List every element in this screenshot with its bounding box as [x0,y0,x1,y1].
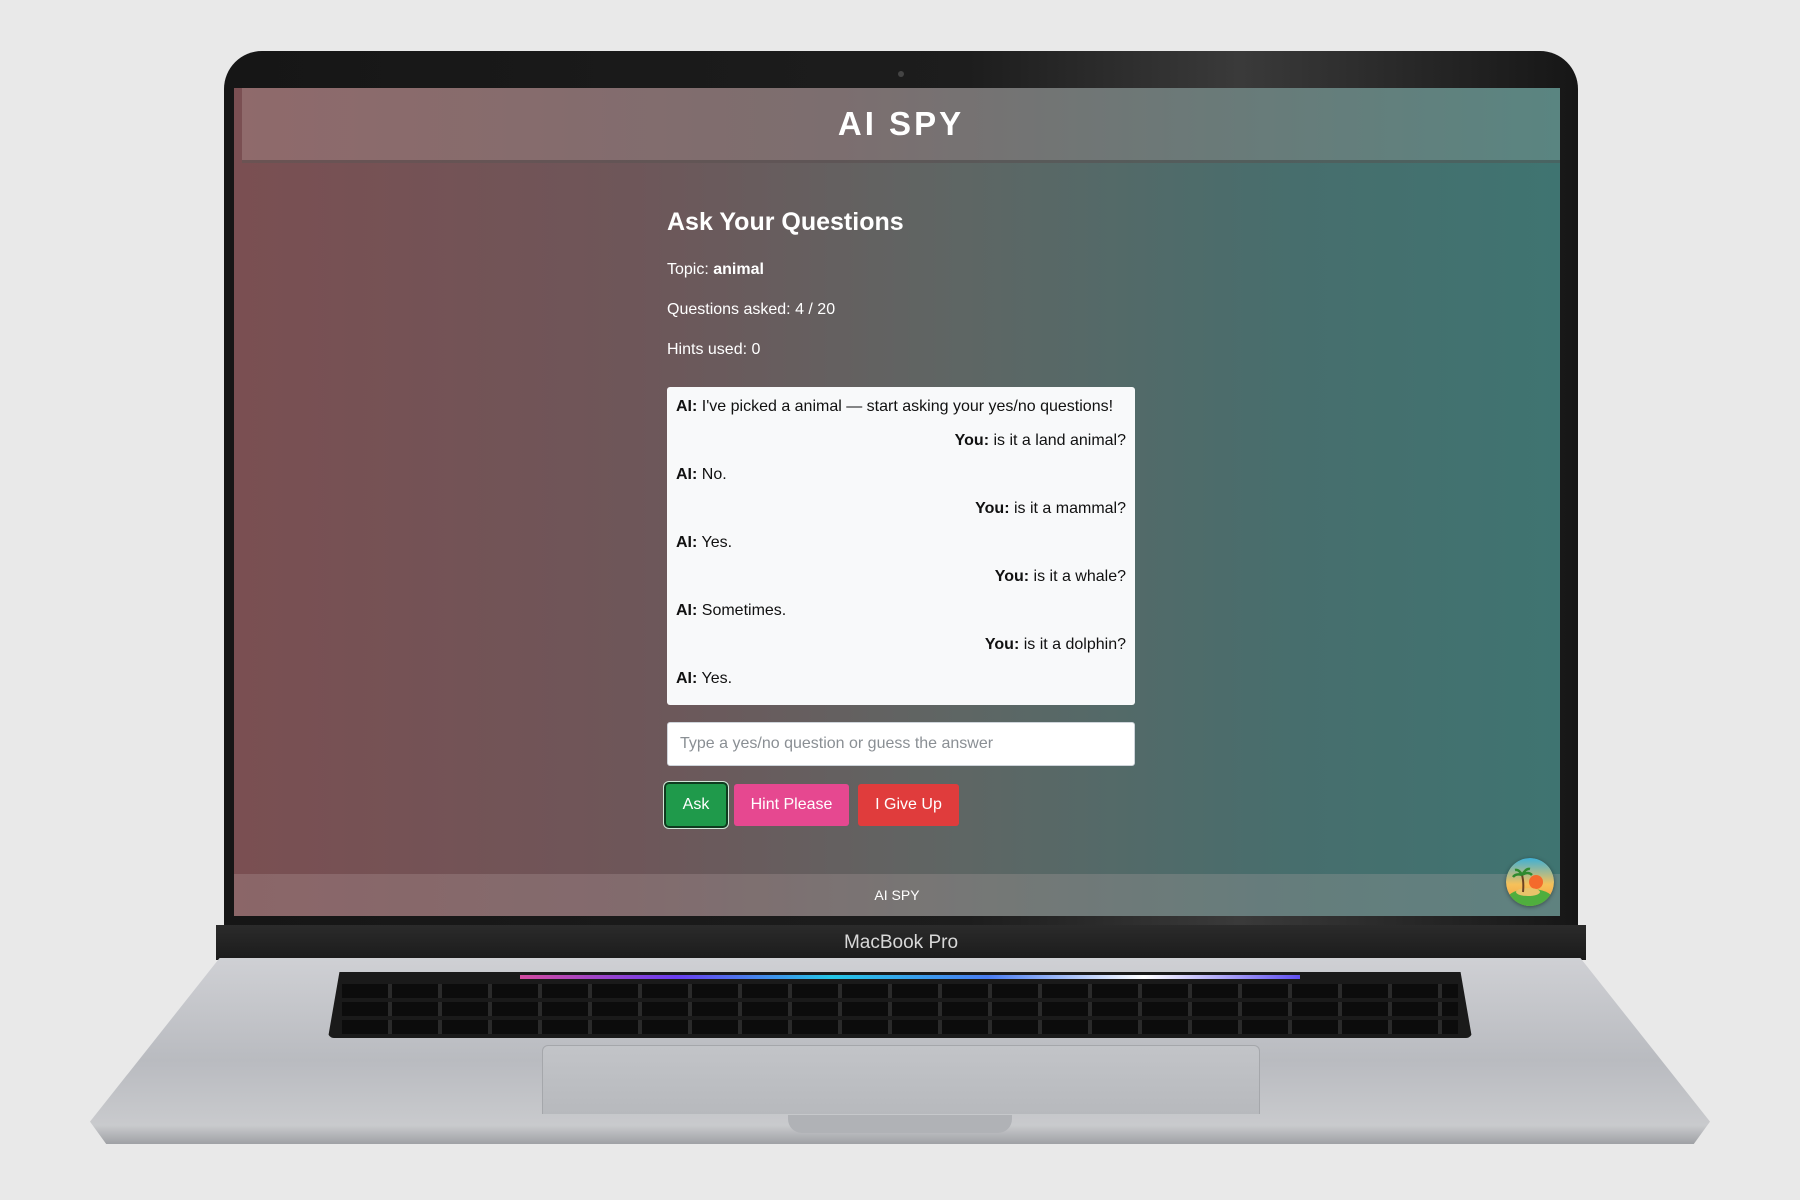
laptop-hinge: MacBook Pro [216,925,1586,960]
chat-message-user: You: is it a whale? [676,567,1126,587]
topic-label: Topic: [667,261,709,278]
camera-icon [898,71,904,77]
message-text: Sometimes. [697,602,787,619]
main-content: Ask Your Questions Topic: animal Questio… [667,208,1137,381]
message-text: is it a whale? [1029,568,1127,585]
keyboard [328,972,1472,1038]
speaker-label: AI: [676,534,698,551]
questions-asked-counter: Questions asked: 4 / 20 [667,301,836,318]
speaker-label: AI: [676,670,698,687]
ask-button[interactable]: Ask [666,784,726,826]
speaker-label: AI: [676,466,698,483]
speaker-label: You: [954,432,990,449]
lid-notch [788,1115,1012,1133]
app-screen: AI SPY Ask Your Questions Topic: animal … [234,88,1560,916]
chat-message-ai: AI: No. [676,465,1126,485]
message-text: Yes. [697,670,733,687]
message-text: is it a land animal? [989,432,1126,449]
hints-used-counter: Hints used: 0 [667,341,761,358]
message-text: Yes. [697,534,733,551]
key-row [342,1020,1458,1034]
footer-text: AI SPY [874,887,920,903]
speaker-label: AI: [676,602,698,619]
touch-bar [520,975,1300,979]
topic-line: Topic: animal [667,261,1137,279]
message-text: No. [697,466,727,483]
message-text: is it a mammal? [1009,500,1126,517]
message-text: is it a dolphin? [1019,636,1126,653]
chat-message-ai: AI: Sometimes. [676,601,1126,621]
chat-log[interactable]: AI: I've picked a animal — start asking … [667,387,1135,705]
app-title: AI SPY [837,105,965,142]
key-row [342,1002,1458,1016]
brand-label: MacBook Pro [843,931,959,953]
speaker-label: AI: [676,398,698,415]
page-title: Ask Your Questions [667,208,904,236]
question-input[interactable] [667,722,1135,766]
palm-island-avatar-icon[interactable] [1506,858,1554,906]
chat-message-ai: AI: I've picked a animal — start asking … [676,397,1126,417]
message-text: I've picked a animal — start asking your… [697,398,1114,415]
chat-message-ai: AI: Yes. [676,533,1126,553]
hint-button[interactable]: Hint Please [734,784,849,826]
trackpad [542,1045,1260,1114]
chat-message-ai: AI: Yes. [676,669,1126,689]
app-footer: AI SPY [234,874,1560,916]
key-row [342,984,1458,998]
chat-message-user: You: is it a land animal? [676,431,1126,451]
chat-message-user: You: is it a dolphin? [676,635,1126,655]
speaker-label: You: [994,568,1030,585]
speaker-label: You: [984,636,1020,653]
give-up-button[interactable]: I Give Up [858,784,959,826]
speaker-label: You: [975,500,1010,517]
chat-message-user: You: is it a mammal? [676,499,1126,519]
app-header: AI SPY [242,88,1560,163]
topic-value: animal [713,261,764,278]
